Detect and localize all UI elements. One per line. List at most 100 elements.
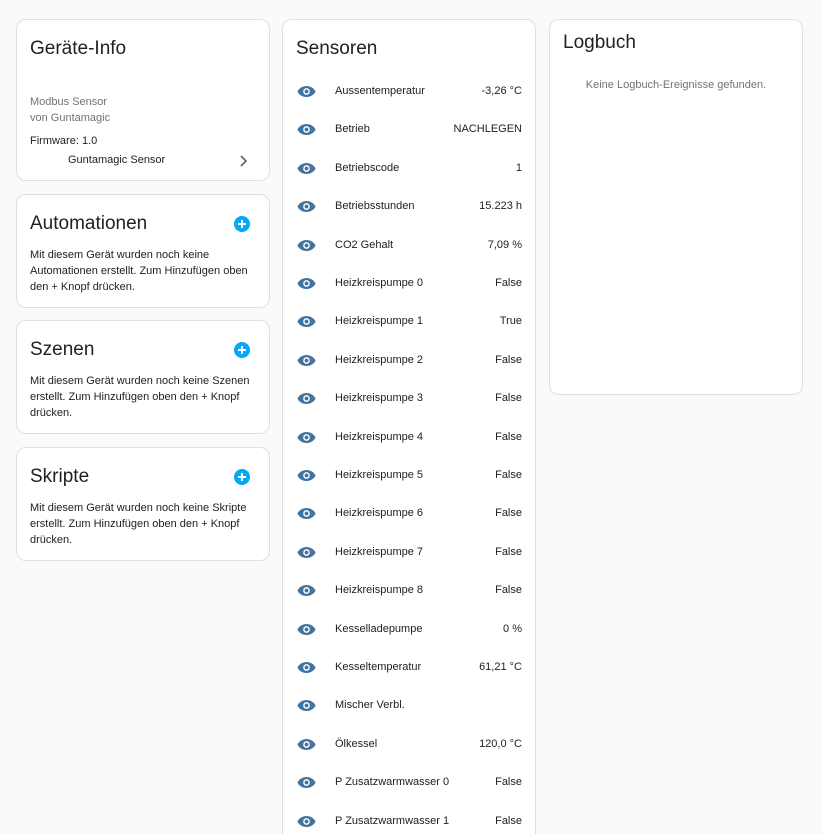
sensor-row[interactable]: P Zusatzwarmwasser 1 False bbox=[283, 802, 535, 834]
eye-icon bbox=[297, 738, 316, 750]
device-manufacturer: von Guntamagic bbox=[30, 112, 111, 124]
eye-icon bbox=[297, 661, 316, 674]
sensors-card: Sensoren Aussentemperatur -3,26 °C Betrieb… bbox=[282, 19, 536, 834]
eye-icon bbox=[297, 354, 316, 366]
eye-icon bbox=[297, 815, 316, 827]
eye-icon bbox=[297, 277, 316, 290]
sensor-value: NACHLEGEN bbox=[453, 123, 522, 136]
sensor-name: Betrieb bbox=[335, 123, 370, 136]
sensor-name: Aussentemperatur bbox=[335, 85, 425, 97]
sensor-value: -3,26 °C bbox=[481, 85, 522, 97]
eye-icon bbox=[297, 85, 316, 98]
scenes-card: Szenen Mit diesem Gerät wurden noch kein… bbox=[16, 320, 270, 434]
sensor-row[interactable]: Heizkreispumpe 0 False bbox=[283, 264, 535, 302]
sensor-name: P Zusatzwarmwasser 0 bbox=[335, 776, 450, 789]
sensor-name: Heizkreispumpe 3 bbox=[335, 392, 424, 405]
sensor-row[interactable]: Heizkreispumpe 7 False bbox=[283, 533, 535, 571]
sensor-name: Ölkessel bbox=[335, 737, 378, 750]
sensor-value: False bbox=[495, 545, 522, 558]
logbook-empty-text: Keine Logbuch-Ereignisse gefunden. bbox=[585, 79, 767, 91]
logbook-card: Logbuch Keine Logbuch-Ereignisse gefunde… bbox=[549, 19, 803, 395]
sensor-row[interactable]: Heizkreispumpe 1 True bbox=[283, 302, 535, 340]
scenes-title: Szenen bbox=[30, 339, 95, 360]
sensor-value: 120,0 °C bbox=[479, 737, 522, 750]
eye-icon bbox=[297, 239, 316, 251]
sensor-value: False bbox=[495, 430, 522, 443]
sensor-value: 7,09 % bbox=[487, 238, 522, 251]
sensor-row[interactable]: Heizkreispumpe 3 False bbox=[283, 379, 535, 417]
sensor-value: False bbox=[495, 353, 522, 366]
sensor-row[interactable]: CO2 Gehalt 7,09 % bbox=[283, 226, 535, 264]
sensor-name: Heizkreispumpe 4 bbox=[335, 430, 424, 443]
sensor-name: Kesselladepumpe bbox=[335, 622, 423, 635]
sensor-value: 0 % bbox=[503, 622, 522, 635]
device-info-card: Geräte-Info Modbus Sensor von Guntamagic… bbox=[16, 19, 270, 181]
sensor-name: CO2 Gehalt bbox=[335, 238, 394, 251]
eye-icon bbox=[297, 546, 316, 558]
eye-icon bbox=[297, 585, 316, 597]
eye-icon bbox=[297, 316, 316, 328]
eye-icon bbox=[297, 508, 316, 520]
sensor-row[interactable]: Ölkessel 120,0 °C bbox=[283, 725, 535, 763]
sensor-row[interactable]: Heizkreispumpe 4 False bbox=[283, 418, 535, 456]
sensor-name: Heizkreispumpe 5 bbox=[335, 469, 424, 481]
device-model: Modbus Sensor bbox=[30, 96, 108, 108]
sensor-value: False bbox=[495, 507, 522, 520]
scenes-empty-text: Mit diesem Gerät wurden noch keine Szene… bbox=[30, 375, 250, 419]
eye-icon bbox=[297, 124, 316, 136]
eye-icon bbox=[297, 700, 316, 712]
add-scene-button[interactable] bbox=[234, 342, 250, 358]
scripts-empty-text: Mit diesem Gerät wurden noch keine Skrip… bbox=[30, 502, 247, 546]
device-integration-link[interactable]: Guntamagic Sensor bbox=[17, 148, 269, 180]
device-info-title: Geräte-Info bbox=[30, 38, 127, 59]
eye-icon bbox=[297, 777, 316, 789]
sensor-name: Heizkreispumpe 0 bbox=[335, 277, 424, 289]
chevron-right-icon bbox=[240, 155, 248, 167]
eye-icon bbox=[297, 162, 316, 174]
sensor-value: False bbox=[495, 814, 522, 827]
sensor-row[interactable]: Kesseltemperatur 61,21 °C bbox=[283, 648, 535, 686]
sensor-row[interactable]: Heizkreispumpe 6 False bbox=[283, 494, 535, 532]
automations-empty-text: Mit diesem Gerät wurden noch keine Autom… bbox=[30, 249, 248, 293]
sensor-row[interactable]: Aussentemperatur -3,26 °C bbox=[283, 72, 535, 110]
sensor-row[interactable]: Heizkreispumpe 2 False bbox=[283, 341, 535, 379]
sensor-value: False bbox=[495, 584, 522, 597]
sensor-value: False bbox=[495, 469, 522, 481]
eye-icon bbox=[297, 201, 316, 213]
sensors-title: Sensoren bbox=[296, 38, 378, 59]
sensor-row[interactable]: Betriebscode 1 bbox=[283, 149, 535, 187]
sensor-row[interactable]: Betrieb NACHLEGEN bbox=[283, 110, 535, 148]
sensor-name: Kesseltemperatur bbox=[335, 661, 422, 673]
sensor-name: Heizkreispumpe 6 bbox=[335, 507, 424, 520]
sensor-row[interactable]: Heizkreispumpe 8 False bbox=[283, 571, 535, 609]
sensor-row[interactable]: Mischer Verbl. bbox=[283, 686, 535, 724]
sensor-name: Heizkreispumpe 8 bbox=[335, 584, 424, 597]
sensor-value: False bbox=[495, 776, 522, 789]
scripts-title: Skripte bbox=[30, 466, 90, 487]
eye-icon bbox=[297, 469, 316, 482]
sensor-name: Heizkreispumpe 7 bbox=[335, 545, 424, 558]
sensor-row[interactable]: P Zusatzwarmwasser 0 False bbox=[283, 763, 535, 801]
sensor-value: 15.223 h bbox=[479, 200, 522, 213]
sensor-row[interactable]: Kesselladepumpe 0 % bbox=[283, 610, 535, 648]
sensor-name: Heizkreispumpe 2 bbox=[335, 353, 424, 366]
sensor-name: Mischer Verbl. bbox=[335, 699, 405, 712]
add-script-button[interactable] bbox=[234, 469, 250, 485]
logbook-title: Logbuch bbox=[563, 32, 636, 53]
sensor-value: False bbox=[495, 277, 522, 289]
eye-icon bbox=[297, 393, 316, 405]
eye-icon bbox=[297, 623, 316, 635]
sensor-value: True bbox=[499, 315, 522, 328]
sensor-row[interactable]: Heizkreispumpe 5 False bbox=[283, 456, 535, 494]
scripts-card: Skripte Mit diesem Gerät wurden noch kei… bbox=[16, 447, 270, 561]
sensor-name: Betriebscode bbox=[335, 161, 400, 174]
sensor-value: 61,21 °C bbox=[479, 661, 522, 673]
sensor-value: False bbox=[495, 392, 522, 405]
sensor-name: P Zusatzwarmwasser 1 bbox=[335, 814, 450, 827]
automations-title: Automationen bbox=[30, 213, 148, 234]
automations-card: Automationen Mit diesem Gerät wurden noc… bbox=[16, 194, 270, 308]
add-automation-button[interactable] bbox=[234, 216, 250, 232]
eye-icon bbox=[297, 431, 316, 443]
sensor-row[interactable]: Betriebsstunden 15.223 h bbox=[283, 187, 535, 225]
sensor-name: Betriebsstunden bbox=[335, 200, 415, 213]
